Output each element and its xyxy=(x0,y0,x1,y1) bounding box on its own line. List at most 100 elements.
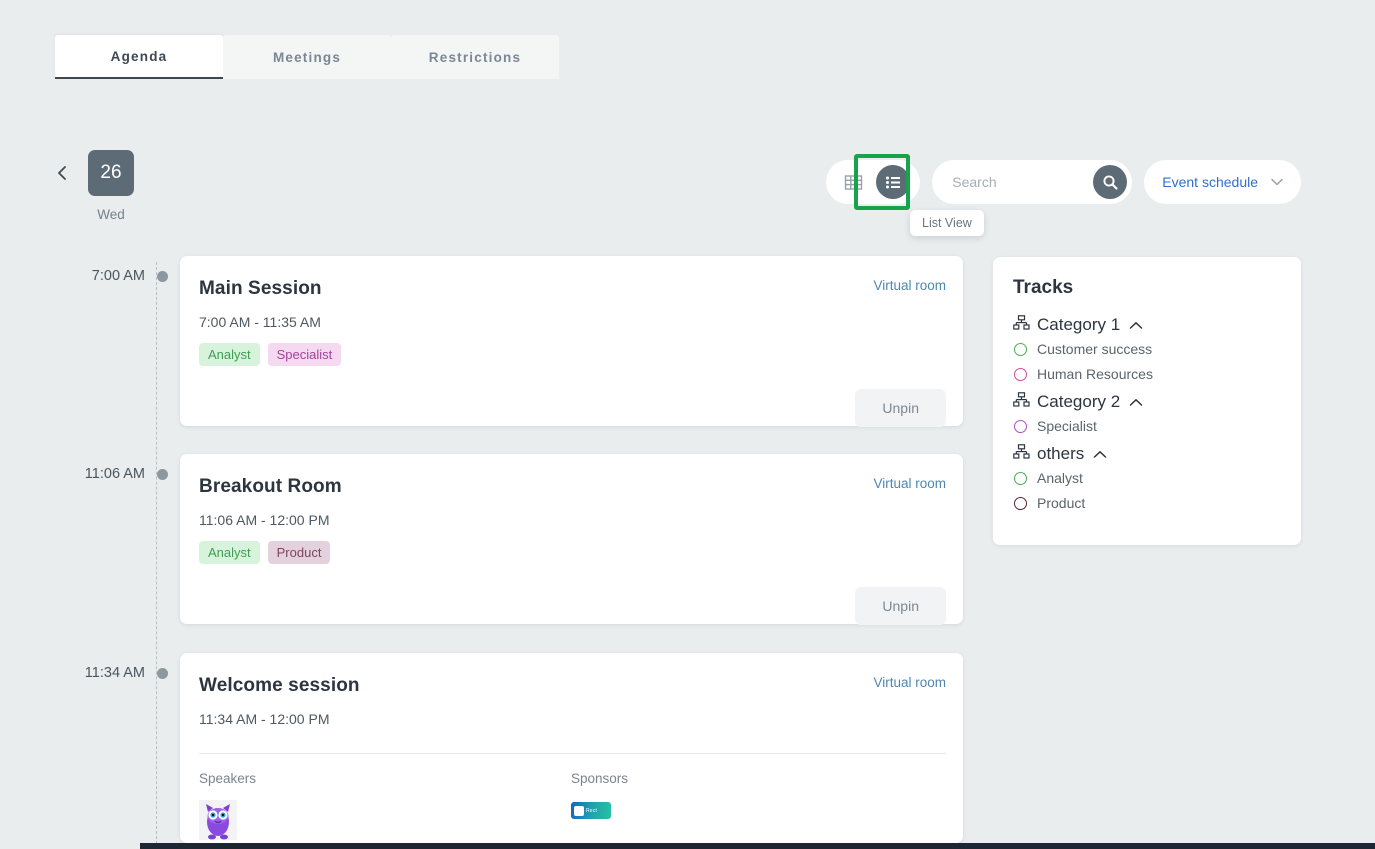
tab-agenda-label: Agenda xyxy=(110,48,168,64)
session-card-header: Main Session Virtual room xyxy=(199,278,946,300)
session-details: Speakers Sponsors Rect xyxy=(199,771,946,840)
chevron-up-icon[interactable] xyxy=(1129,395,1143,410)
tracks-title: Tracks xyxy=(1013,277,1074,298)
tracks-category-name: Category 2 xyxy=(1037,392,1121,411)
session-card[interactable]: Breakout Room Virtual room 11:06 AM - 12… xyxy=(180,454,963,625)
sitemap-icon xyxy=(1013,315,1030,335)
session-tag[interactable]: Analyst xyxy=(199,541,260,564)
sponsor-mark-icon xyxy=(574,805,584,816)
session-card-footer: Unpin xyxy=(199,389,946,443)
timeline-time: 11:34 AM xyxy=(84,665,145,681)
tab-restrictions-label: Restrictions xyxy=(428,49,522,65)
tracks-category-header[interactable]: others xyxy=(1013,444,1281,464)
session-time: 11:34 AM - 12:00 PM xyxy=(199,711,330,727)
session-card[interactable]: Welcome session Virtual room 11:34 AM - … xyxy=(180,653,963,843)
track-label: Specialist xyxy=(1037,418,1097,434)
track-item[interactable]: Product xyxy=(1014,495,1281,511)
track-color-dot xyxy=(1014,496,1027,510)
timeline-dot-icon xyxy=(157,667,168,679)
tracks-panel: Tracks Category 1 Customer success Human… xyxy=(993,257,1301,545)
tracks-category-name: Category 1 xyxy=(1037,315,1121,334)
session-tag[interactable]: Product xyxy=(267,541,331,564)
timeline-marker: 11:06 AM xyxy=(40,466,168,482)
tab-meetings[interactable]: Meetings xyxy=(223,35,391,79)
timeline-marker: 7:00 AM xyxy=(40,268,168,284)
session-time: 11:06 AM - 12:00 PM xyxy=(199,512,330,528)
timeline-axis xyxy=(156,262,157,849)
track-item[interactable]: Customer success xyxy=(1014,341,1281,357)
sitemap-icon xyxy=(1013,392,1030,412)
session-tag[interactable]: Specialist xyxy=(267,343,342,366)
track-color-dot xyxy=(1014,342,1027,356)
session-card[interactable]: Main Session Virtual room 7:00 AM - 11:3… xyxy=(180,256,963,427)
view-toggle-group xyxy=(826,154,921,210)
virtual-room-link[interactable]: Virtual room xyxy=(873,476,946,491)
timeline-time: 7:00 AM xyxy=(91,268,145,284)
tab-meetings-label: Meetings xyxy=(272,49,342,65)
virtual-room-link[interactable]: Virtual room xyxy=(873,675,946,690)
search-box xyxy=(932,160,1133,204)
session-card-header: Welcome session Virtual room xyxy=(199,675,946,697)
tracks-category-header[interactable]: Category 2 xyxy=(1013,392,1281,412)
unpin-button[interactable]: Unpin xyxy=(855,389,946,427)
session-time: 7:00 AM - 11:35 AM xyxy=(199,314,321,330)
sitemap-icon xyxy=(1013,444,1030,464)
event-schedule-label: Event schedule xyxy=(1162,174,1258,190)
tracks-category: others Analyst Product xyxy=(1013,444,1281,511)
virtual-room-link[interactable]: Virtual room xyxy=(873,278,946,293)
chevron-up-icon[interactable] xyxy=(1129,318,1143,333)
date-day-number[interactable]: 26 xyxy=(88,150,134,196)
timeline-dot-icon xyxy=(157,468,168,480)
search-input[interactable] xyxy=(950,173,1081,191)
track-color-dot xyxy=(1014,419,1027,433)
track-color-dot xyxy=(1014,367,1027,381)
tracks-category-name: others xyxy=(1037,444,1085,463)
grid-view-icon[interactable] xyxy=(836,165,870,199)
timeline-marker: 11:34 AM xyxy=(40,665,168,681)
session-title: Main Session xyxy=(199,278,322,299)
timeline-time: 11:06 AM xyxy=(84,466,145,482)
track-label: Customer success xyxy=(1037,341,1153,357)
tracks-category-header[interactable]: Category 1 xyxy=(1013,315,1281,335)
session-card-header: Breakout Room Virtual room xyxy=(199,476,946,498)
sponsor-logo-text: Rect xyxy=(586,807,598,814)
search-icon[interactable] xyxy=(1093,165,1128,199)
tracks-category: Category 1 Customer success Human Resour… xyxy=(1013,315,1281,382)
agenda-toolbar: Event schedule xyxy=(826,154,1301,210)
event-schedule-dropdown[interactable]: Event schedule xyxy=(1144,160,1301,204)
main-tabs: Agenda Meetings Restrictions xyxy=(55,35,559,79)
session-tags: Analyst Product xyxy=(199,541,946,564)
track-label: Analyst xyxy=(1037,470,1083,486)
chevron-up-icon[interactable] xyxy=(1093,447,1107,462)
timeline-dot-icon xyxy=(157,270,168,282)
sponsor-logo[interactable]: Rect xyxy=(571,802,611,819)
session-card-footer: Unpin xyxy=(199,587,946,641)
date-cell[interactable]: 26 Wed xyxy=(88,150,134,222)
list-view-tooltip: List View xyxy=(910,210,984,236)
track-item[interactable]: Human Resources xyxy=(1014,366,1281,382)
speakers-label: Speakers xyxy=(199,771,257,786)
track-item[interactable]: Specialist xyxy=(1014,418,1281,434)
speakers-column: Speakers xyxy=(199,771,571,840)
sponsors-label: Sponsors xyxy=(571,771,629,786)
sponsors-column: Sponsors Rect xyxy=(571,771,943,840)
owl-avatar[interactable] xyxy=(199,800,237,840)
session-tag[interactable]: Analyst xyxy=(199,343,260,366)
chevron-down-icon xyxy=(1271,173,1283,191)
session-title: Breakout Room xyxy=(199,476,342,497)
tab-restrictions[interactable]: Restrictions xyxy=(391,35,559,79)
track-label: Human Resources xyxy=(1037,366,1153,382)
bottom-bar xyxy=(140,843,1375,849)
unpin-button[interactable]: Unpin xyxy=(855,587,946,625)
tracks-category: Category 2 Specialist xyxy=(1013,392,1281,434)
prev-day-button[interactable] xyxy=(50,150,74,196)
date-navigation: 26 Wed xyxy=(50,150,880,222)
track-label: Product xyxy=(1037,495,1086,511)
list-view-icon[interactable] xyxy=(876,165,911,199)
session-title: Welcome session xyxy=(199,675,360,696)
track-color-dot xyxy=(1014,471,1027,485)
track-item[interactable]: Analyst xyxy=(1014,470,1281,486)
tab-agenda[interactable]: Agenda xyxy=(55,35,223,79)
card-divider xyxy=(199,753,946,754)
session-tags: Analyst Specialist xyxy=(199,343,946,366)
